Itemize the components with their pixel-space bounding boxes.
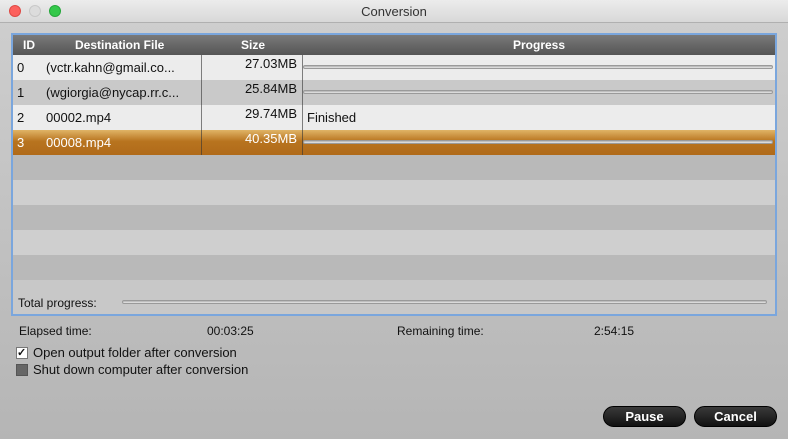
open-output-folder-checkbox[interactable]	[16, 347, 28, 359]
remaining-time-value: 2:54:15	[594, 324, 635, 338]
total-progress-bar	[122, 300, 767, 304]
empty-row	[13, 255, 775, 280]
table-header: ID Destination File Size Progress	[13, 35, 775, 55]
title-bar: Conversion	[0, 0, 788, 23]
row-destination: 00002.mp4	[46, 110, 112, 125]
row-destination: (wgiorgia@nycap.rr.c...	[46, 85, 180, 100]
table-row[interactable]: 0 (vctr.kahn@gmail.co... 27.03MB	[13, 55, 775, 80]
row-destination: 00008.mp4	[46, 135, 112, 150]
column-header-destination[interactable]: Destination File	[75, 38, 164, 52]
table-row[interactable]: 2 00002.mp4 29.74MB Finished	[13, 105, 775, 130]
shutdown-label: Shut down computer after conversion	[33, 362, 249, 377]
empty-row	[13, 180, 775, 205]
row-size: 29.74MB	[244, 106, 297, 121]
elapsed-time-label: Elapsed time:	[19, 324, 92, 338]
row-size: 27.03MB	[244, 56, 297, 71]
row-progress	[303, 130, 775, 155]
row-progress	[303, 80, 775, 105]
row-progress-bar	[303, 65, 773, 69]
cancel-button[interactable]: Cancel	[694, 406, 777, 427]
empty-row	[13, 230, 775, 255]
shutdown-checkbox[interactable]	[16, 364, 28, 376]
column-header-progress[interactable]: Progress	[303, 38, 775, 52]
row-id: 0	[17, 60, 25, 75]
empty-row	[13, 205, 775, 230]
row-destination: (vctr.kahn@gmail.co...	[46, 60, 175, 75]
column-header-size[interactable]: Size	[241, 38, 265, 52]
open-output-folder-option[interactable]: Open output folder after conversion	[16, 345, 237, 360]
window-title: Conversion	[361, 4, 427, 19]
shutdown-option[interactable]: Shut down computer after conversion	[16, 362, 248, 377]
conversion-window: Conversion ID Destination File Size Prog…	[0, 0, 788, 439]
table-row-selected[interactable]: 3 00008.mp4 40.35MB	[13, 130, 775, 155]
row-id: 2	[17, 110, 25, 125]
remaining-time-label: Remaining time:	[397, 324, 484, 338]
row-progress	[303, 55, 775, 80]
row-progress: Finished	[303, 105, 775, 130]
elapsed-time-value: 00:03:25	[207, 324, 254, 338]
empty-row	[13, 155, 775, 180]
row-size: 25.84MB	[244, 81, 297, 96]
row-progress-bar	[303, 140, 773, 144]
column-header-id[interactable]: ID	[23, 38, 35, 52]
total-progress-label: Total progress:	[18, 296, 97, 310]
pause-button[interactable]: Pause	[603, 406, 686, 427]
row-id: 1	[17, 85, 25, 100]
table-body: 0 (vctr.kahn@gmail.co... 27.03MB 1 (wgio…	[13, 55, 775, 280]
conversion-table: ID Destination File Size Progress 0 (vct…	[11, 33, 777, 316]
row-size: 40.35MB	[244, 131, 297, 146]
table-row[interactable]: 1 (wgiorgia@nycap.rr.c... 25.84MB	[13, 80, 775, 105]
row-progress-bar	[303, 90, 773, 94]
open-output-folder-label: Open output folder after conversion	[33, 345, 237, 360]
row-id: 3	[17, 135, 25, 150]
row-status-text: Finished	[307, 110, 357, 125]
